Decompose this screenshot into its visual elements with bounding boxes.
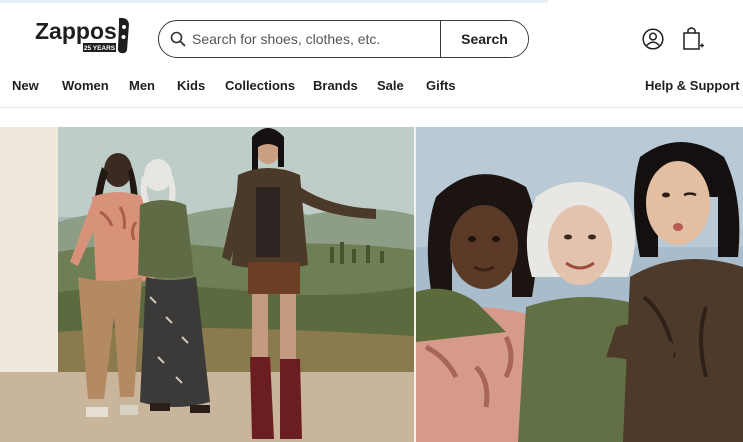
hero-image-left[interactable]: [0, 127, 414, 442]
main-navigation: New Women Men Kids Collections Brands Sa…: [0, 70, 743, 102]
zappos-logo-icon: Zappos 25 YEARS: [35, 17, 129, 54]
hero-banner[interactable]: [0, 127, 743, 442]
search-input[interactable]: [192, 21, 440, 57]
nav-item-brands[interactable]: Brands: [313, 78, 358, 93]
nav-item-gifts[interactable]: Gifts: [426, 78, 456, 93]
site-header: Zappos 25 YEARS Search: [0, 3, 743, 69]
nav-divider: [0, 107, 743, 108]
hero-photo-group-closeup: [416, 127, 743, 442]
zappos-logo[interactable]: Zappos 25 YEARS: [35, 15, 133, 55]
logo-shoe-icon: [117, 17, 129, 54]
nav-item-kids[interactable]: Kids: [177, 78, 205, 93]
account-icon[interactable]: [642, 28, 664, 50]
nav-item-help-support[interactable]: Help & Support: [645, 78, 740, 93]
search-button[interactable]: Search: [440, 21, 528, 57]
logo-badge: 25 YEARS: [84, 45, 116, 52]
shopping-bag-icon[interactable]: [681, 25, 705, 51]
search-icon: [170, 31, 186, 47]
nav-item-women[interactable]: Women: [62, 78, 109, 93]
nav-item-new[interactable]: New: [12, 78, 39, 93]
logo-wordmark: Zappos: [35, 18, 117, 44]
hero-photo-group-standing: [0, 127, 414, 442]
nav-item-men[interactable]: Men: [129, 78, 155, 93]
nav-item-sale[interactable]: Sale: [377, 78, 404, 93]
nav-item-collections[interactable]: Collections: [225, 78, 295, 93]
search-bar: Search: [158, 20, 529, 58]
hero-image-right[interactable]: [416, 127, 743, 442]
